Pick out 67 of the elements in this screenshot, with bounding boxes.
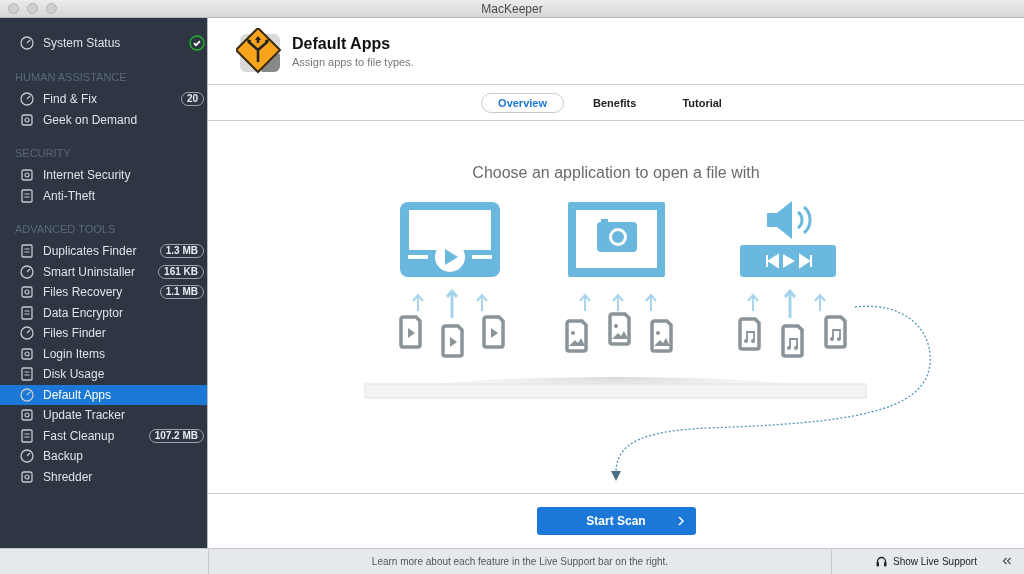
- sidebar-item[interactable]: Default Apps: [0, 384, 207, 405]
- video-player-icon: [400, 202, 500, 277]
- sidebar-item[interactable]: Smart Uninstaller 161 KB: [0, 261, 207, 282]
- music-file-icon: [781, 324, 804, 358]
- document-icon: [19, 243, 35, 260]
- illustration-heading: Choose an application to open a file with: [472, 163, 760, 183]
- up-arrow-icon: [445, 288, 459, 320]
- minimize-button[interactable]: [27, 3, 38, 14]
- sidebar-item[interactable]: Login Items: [0, 343, 207, 364]
- sidebar-item[interactable]: Find & Fix 20: [0, 89, 207, 110]
- up-arrow-icon: [412, 293, 424, 312]
- sidebar-item[interactable]: Files Finder: [0, 323, 207, 344]
- sidebar-item[interactable]: Geek on Demand: [0, 109, 207, 130]
- document-icon: [19, 187, 35, 204]
- close-button[interactable]: [8, 3, 19, 14]
- tab[interactable]: Tutorial: [665, 92, 739, 113]
- up-arrow-icon: [747, 293, 759, 312]
- image-file-icon: [565, 319, 588, 353]
- document-icon: [19, 304, 35, 321]
- sidebar-item[interactable]: Duplicates Finder 1.3 MB: [0, 241, 207, 262]
- sidebar-item[interactable]: Anti-Theft: [0, 185, 207, 206]
- window-title: MacKeeper: [481, 1, 543, 16]
- up-arrow-icon: [579, 293, 591, 312]
- double-chevron-icon[interactable]: [1002, 557, 1012, 565]
- up-arrow-icon: [783, 288, 797, 320]
- sidebar-item[interactable]: Files Recovery 1.1 MB: [0, 282, 207, 303]
- up-arrow-icon: [476, 293, 488, 312]
- sidebar-item[interactable]: System Status: [0, 32, 207, 54]
- gauge-icon: [19, 35, 35, 51]
- media-controls-icon: [740, 245, 836, 277]
- gauge-icon: [19, 263, 35, 280]
- gauge-icon: [19, 325, 35, 342]
- video-file-icon: [441, 324, 464, 358]
- tab[interactable]: Benefits: [576, 92, 654, 113]
- headphones-icon: [876, 556, 887, 567]
- show-live-support-button[interactable]: Show Live Support: [876, 556, 977, 567]
- document-icon: [19, 366, 35, 383]
- image-file-icon: [650, 319, 673, 353]
- video-file-icon: [399, 315, 422, 349]
- up-arrow-icon: [814, 293, 826, 312]
- zoom-button[interactable]: [46, 3, 57, 14]
- chevron-right-icon: [677, 516, 684, 526]
- up-arrow-icon: [612, 293, 624, 312]
- music-file-icon: [738, 317, 761, 351]
- page-title: Default Apps: [292, 34, 392, 53]
- document-icon: [19, 427, 35, 444]
- up-arrow-icon: [645, 293, 657, 312]
- sidebar-item[interactable]: Fast Cleanup 107.2 MB: [0, 425, 207, 446]
- sidebar-item[interactable]: Data Encryptor: [0, 302, 207, 323]
- image-file-icon: [608, 312, 631, 346]
- status-message: Learn more about each feature in the Live Support bar on the right.: [371, 556, 669, 567]
- start-scan-button[interactable]: Start Scan: [536, 507, 696, 535]
- gauge-icon: [19, 448, 35, 465]
- page-subtitle: Assign apps to file types.: [292, 55, 414, 68]
- check-icon: [189, 35, 205, 51]
- sidebar-item[interactable]: Update Tracker: [0, 405, 207, 426]
- gauge-icon: [19, 386, 35, 403]
- sidebar-item[interactable]: Backup: [0, 446, 207, 467]
- speaker-icon: [767, 201, 812, 239]
- sidebar-item[interactable]: Shredder: [0, 466, 207, 487]
- road-sign-icon: [236, 28, 282, 74]
- video-file-icon: [482, 315, 505, 349]
- sidebar-item[interactable]: Disk Usage: [0, 364, 207, 385]
- camera-picture-icon: [568, 202, 665, 277]
- gauge-icon: [19, 91, 35, 108]
- music-file-icon: [824, 315, 847, 349]
- sidebar-item[interactable]: Internet Security: [0, 165, 207, 186]
